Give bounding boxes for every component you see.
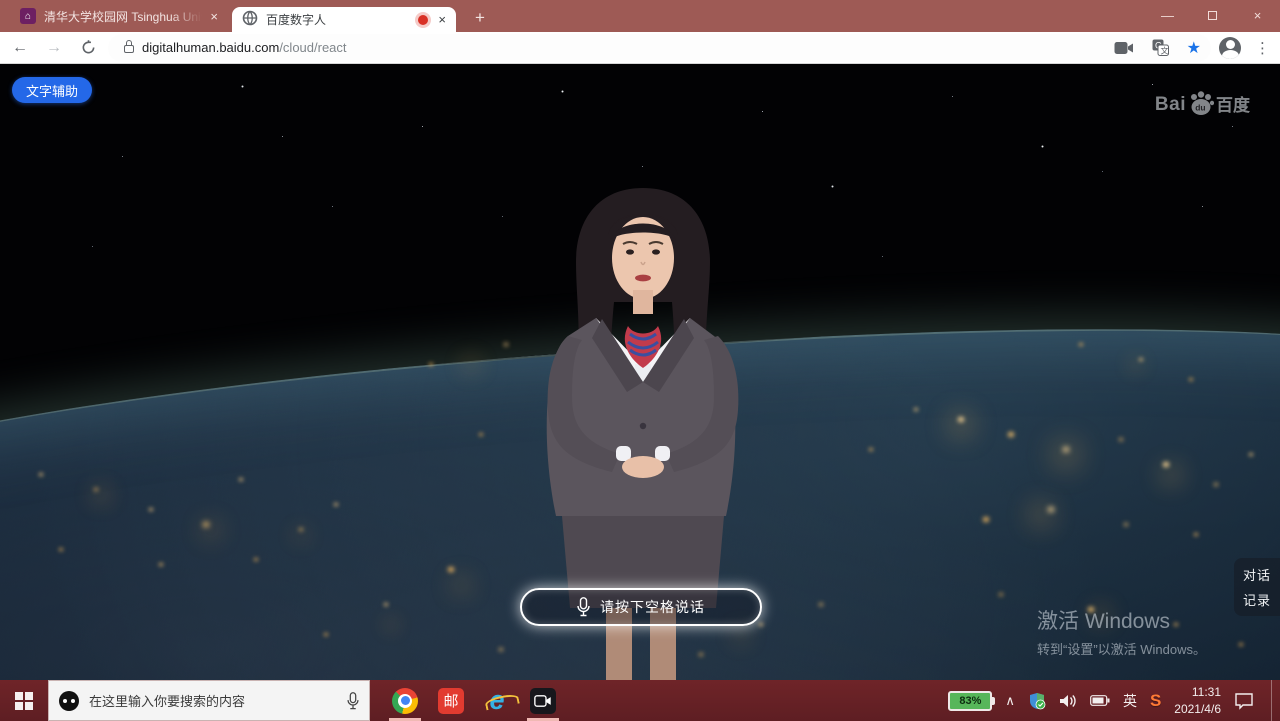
battery-percent-widget[interactable]: 83%: [948, 691, 992, 711]
microphone-icon: [577, 597, 590, 617]
push-to-talk-button[interactable]: 请按下空格说话: [520, 588, 762, 626]
translate-icon[interactable]: G文: [1152, 39, 1169, 56]
page-viewport: 文字辅助 Bai du 百度 请按下空格说话 对话 记录 激活 Windows …: [0, 64, 1280, 680]
record-tab[interactable]: 记录: [1243, 590, 1271, 609]
dialog-tab[interactable]: 对话: [1243, 565, 1271, 584]
bookmark-star-icon[interactable]: ★: [1187, 38, 1201, 58]
system-tray: 83% ∧ 英 S 11:31 2021/4/6: [948, 680, 1280, 721]
globe-favicon-icon: [242, 10, 258, 29]
url-text[interactable]: digitalhuman.baidu.com/cloud/react: [142, 40, 347, 55]
action-center-icon[interactable]: [1234, 692, 1254, 710]
new-tab-button[interactable]: +: [468, 6, 492, 30]
dialog-record-panel[interactable]: 对话 记录: [1234, 558, 1280, 616]
internet-explorer-icon: e: [489, 687, 504, 714]
maximize-icon: [1208, 11, 1217, 20]
forward-icon[interactable]: →: [40, 34, 68, 62]
speaker-icon[interactable]: [1059, 693, 1077, 709]
tab-title: 清华大学校园网 Tsinghua Univ: [44, 8, 202, 25]
video-camera-icon: [530, 688, 556, 714]
language-indicator[interactable]: 英: [1123, 691, 1137, 711]
taskbar-chrome-button[interactable]: [382, 680, 428, 721]
show-desktop-divider[interactable]: [1271, 680, 1272, 721]
sogou-input-icon[interactable]: S: [1150, 691, 1161, 711]
chrome-icon: [392, 688, 418, 714]
reload-icon[interactable]: [74, 34, 102, 62]
svg-text:du: du: [1195, 103, 1205, 113]
baidu-paw-icon: du: [1188, 90, 1214, 116]
close-button[interactable]: ×: [1235, 0, 1280, 30]
browser-titlebar: ⌂ 清华大学校园网 Tsinghua Univ × 百度数字人 × + — ×: [0, 0, 1280, 32]
cortana-icon: [59, 691, 79, 711]
taskbar-ie-button[interactable]: e: [474, 680, 520, 721]
tab-title: 百度数字人: [266, 11, 326, 28]
taskbar-mail-button[interactable]: 邮: [428, 680, 474, 721]
taskbar-search-box[interactable]: 在这里输入你要搜索的内容: [48, 680, 370, 721]
screen: ⌂ 清华大学校园网 Tsinghua Univ × 百度数字人 × + — × …: [0, 0, 1280, 721]
back-icon[interactable]: ←: [6, 34, 34, 62]
url-host: digitalhuman.baidu.com: [142, 40, 279, 55]
clock-time: 11:31: [1174, 684, 1221, 700]
window-controls: — ×: [1145, 0, 1280, 30]
push-to-talk-label: 请按下空格说话: [600, 597, 705, 617]
tab-tsinghua[interactable]: ⌂ 清华大学校园网 Tsinghua Univ ×: [10, 0, 228, 32]
tab-close-icon[interactable]: ×: [210, 9, 218, 24]
text-assist-button[interactable]: 文字辅助: [12, 77, 92, 103]
url-path: /cloud/react: [279, 40, 346, 55]
starfield: [2, 66, 3, 67]
search-placeholder-text: 在这里输入你要搜索的内容: [89, 691, 337, 710]
browser-toolbar: ← → digitalhuman.baidu.com/cloud/react G…: [0, 32, 1280, 64]
start-button[interactable]: [0, 680, 48, 721]
profile-avatar[interactable]: [1219, 37, 1241, 59]
minimize-button[interactable]: —: [1145, 0, 1190, 30]
windows-logo-icon: [15, 692, 33, 710]
watermark-line1: 激活 Windows: [1037, 605, 1206, 635]
defender-shield-icon[interactable]: [1028, 692, 1046, 710]
tab-close-icon[interactable]: ×: [438, 12, 446, 27]
taskbar-clock[interactable]: 11:31 2021/4/6: [1174, 684, 1221, 716]
tab-digital-human[interactable]: 百度数字人 ×: [232, 7, 456, 32]
watermark-line2: 转到“设置”以激活 Windows。: [1037, 639, 1206, 658]
baidu-logo-bai: Bai: [1155, 94, 1186, 116]
camera-icon[interactable]: [1114, 41, 1134, 55]
baidu-logo-cn: 百度: [1216, 91, 1250, 116]
maximize-button[interactable]: [1190, 0, 1235, 30]
taskbar-camera-button[interactable]: [520, 680, 566, 721]
tray-chevron-up-icon[interactable]: ∧: [1005, 693, 1015, 709]
tray-battery-icon[interactable]: [1090, 695, 1110, 706]
browser-menu-icon[interactable]: ⋮: [1255, 39, 1270, 57]
activate-windows-watermark: 激活 Windows 转到“设置”以激活 Windows。: [1037, 605, 1206, 658]
city-lights: [0, 64, 2, 65]
baidu-logo: Bai du 百度: [1155, 90, 1250, 116]
lock-icon: [124, 45, 134, 53]
windows-taskbar: 在这里输入你要搜索的内容 邮 e 83% ∧: [0, 680, 1280, 721]
mail-icon: 邮: [438, 688, 464, 714]
search-mic-icon[interactable]: [347, 692, 359, 710]
svg-text:文: 文: [1160, 46, 1168, 56]
clock-date: 2021/4/6: [1174, 701, 1221, 717]
recording-indicator-icon: [418, 15, 428, 25]
omnibox-actions: G文 ★: [1114, 38, 1201, 58]
tsinghua-favicon-icon: ⌂: [20, 8, 36, 24]
address-bar[interactable]: digitalhuman.baidu.com/cloud/react G文 ★: [108, 34, 1211, 62]
